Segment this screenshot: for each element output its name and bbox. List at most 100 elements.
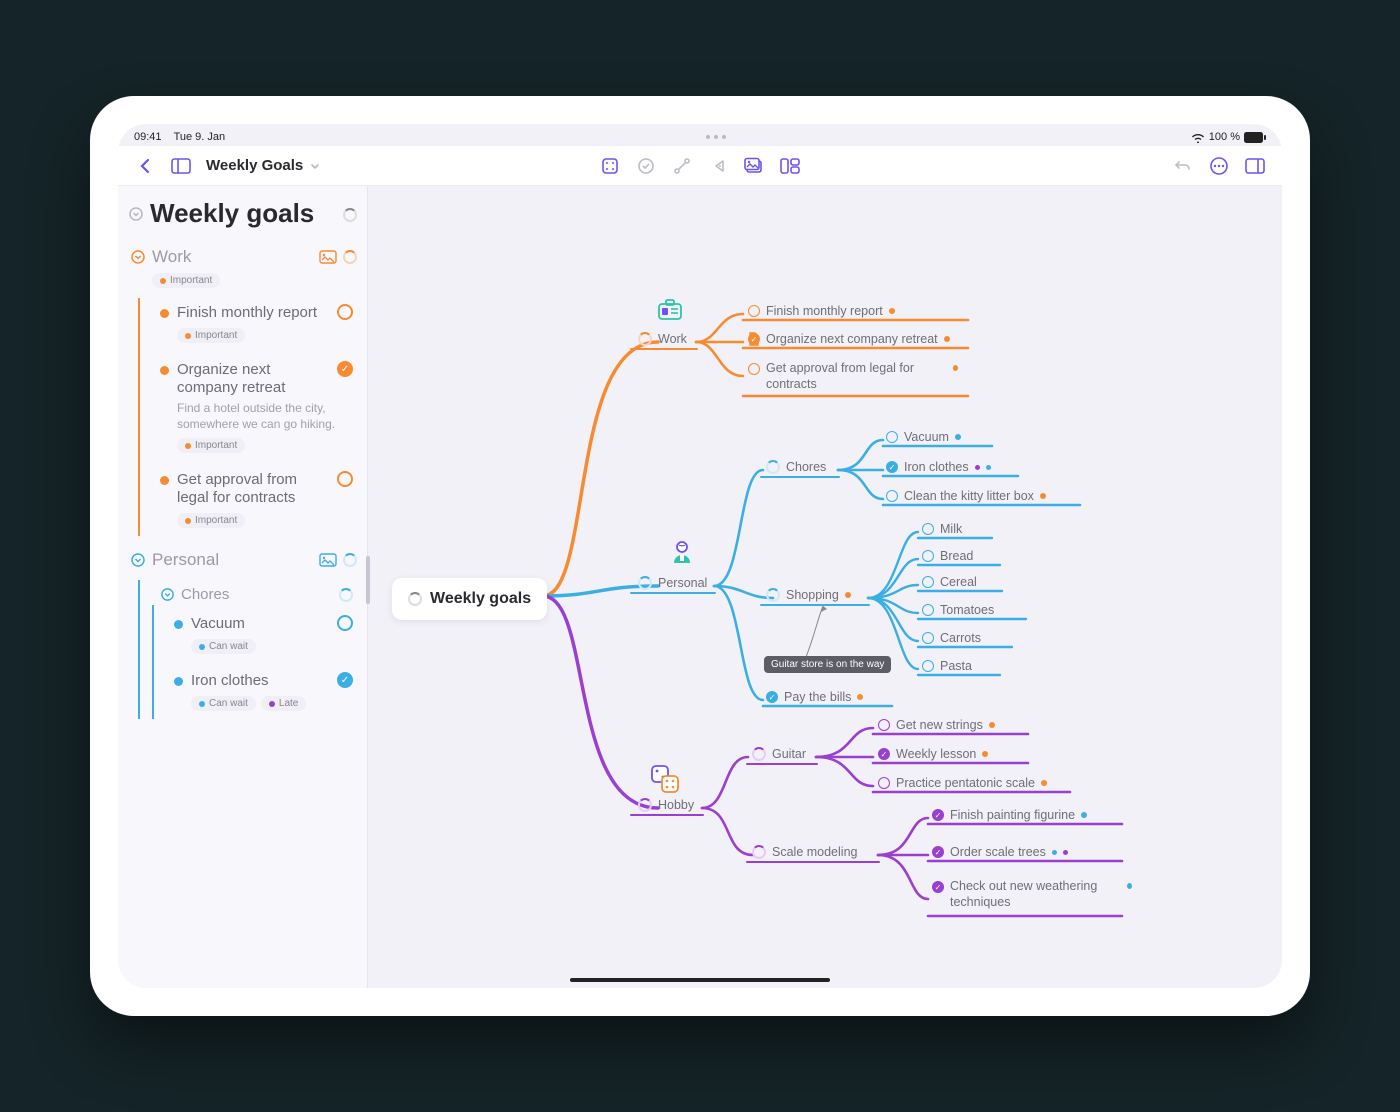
outline-item[interactable]: Finish monthly report Important [148, 294, 357, 351]
device-frame: 09:41 Tue 9. Jan 100 % Weekly Goals [90, 96, 1310, 1016]
bullet-icon [160, 309, 169, 318]
progress-icon [638, 332, 652, 346]
progress-spinner-icon [343, 208, 357, 222]
mindmap-node-shopping[interactable]: Shopping [766, 588, 851, 602]
tag-button[interactable] [703, 151, 733, 181]
bullet-icon [174, 620, 183, 629]
mindmap-leaf[interactable]: ✓Organize next company retreat [748, 332, 950, 346]
mindmap-leaf[interactable]: ✓Finish painting figurine [932, 808, 1087, 822]
chevron-down-icon[interactable] [128, 206, 144, 222]
person-icon [668, 538, 696, 566]
mindmap-leaf[interactable]: Clean the kitty litter box [886, 489, 1046, 503]
toolbar-center [595, 151, 805, 181]
mindmap-leaf[interactable]: Milk [922, 522, 962, 536]
task-open-icon[interactable] [337, 615, 353, 631]
outline-section-work[interactable]: Work Important Finish monthly report [130, 247, 357, 536]
chevron-down-icon[interactable] [130, 552, 146, 568]
mindmap-leaf[interactable]: ✓Order scale trees [932, 845, 1068, 859]
section-title[interactable]: Personal [152, 550, 219, 570]
outline-item[interactable]: Organize next company retreat ✓ Find a h… [148, 351, 357, 461]
tag-important[interactable]: Important [177, 438, 245, 453]
bullet-icon [174, 677, 183, 686]
template-button[interactable] [775, 151, 805, 181]
task-open-icon[interactable] [337, 471, 353, 487]
task-done-icon[interactable]: ✓ [337, 361, 353, 377]
progress-icon [343, 250, 357, 264]
mindmap-leaf[interactable]: ✓Check out new weathering techniques [932, 879, 1132, 910]
progress-icon [343, 553, 357, 567]
mindmap-leaf[interactable]: Get new strings [878, 718, 995, 732]
home-indicator[interactable] [570, 978, 830, 982]
outline-item[interactable]: Get approval from legal for contracts Im… [148, 461, 357, 536]
connection-button[interactable] [667, 151, 697, 181]
mindmap-node-scale-modeling[interactable]: Scale modeling [752, 845, 857, 859]
mindmap-leaf[interactable]: ✓Pay the bills [766, 690, 863, 704]
mindmap-node-hobby[interactable]: Hobby [638, 798, 694, 812]
task-done-icon[interactable]: ✓ [337, 672, 353, 688]
bullet-icon [160, 476, 169, 485]
dice-icon [648, 762, 682, 796]
mindmap-canvas[interactable]: Weekly goals Work Finish monthly report … [368, 186, 1282, 988]
tag-canwait[interactable]: Can wait [191, 696, 256, 711]
outline-root-title[interactable]: Weekly goals [150, 200, 314, 227]
inspector-toggle[interactable] [1240, 151, 1270, 181]
title-chevron-icon[interactable] [309, 160, 321, 172]
mindmap-leaf[interactable]: Tomatoes [922, 603, 994, 617]
mindmap-leaf[interactable]: Get approval from legal for contracts [748, 361, 958, 392]
chevron-down-icon[interactable] [130, 249, 146, 265]
back-button[interactable] [130, 151, 160, 181]
mindmap-leaf[interactable]: Pasta [922, 659, 972, 673]
mindmap-leaf[interactable]: Cereal [922, 575, 977, 589]
outline-subsection-chores[interactable]: Chores [148, 576, 357, 605]
chevron-down-icon[interactable] [160, 587, 175, 602]
image-icon [319, 250, 337, 264]
task-open-icon[interactable] [337, 304, 353, 320]
image-icon [319, 553, 337, 567]
sidebar-toggle[interactable] [166, 151, 196, 181]
bullet-icon [160, 366, 169, 375]
toolbar: Weekly Goals [118, 146, 1282, 186]
outline-sidebar[interactable]: Weekly goals Work Important [118, 186, 368, 988]
multitask-dots[interactable] [134, 135, 1282, 139]
progress-icon [638, 798, 652, 812]
mindmap-node-personal[interactable]: Personal [638, 576, 707, 590]
mindmap-node-chores[interactable]: Chores [766, 460, 826, 474]
mindmap-leaf[interactable]: Carrots [922, 631, 981, 645]
undo-button[interactable] [1168, 151, 1198, 181]
mindmap-node-work[interactable]: Work [638, 332, 687, 346]
id-card-icon [656, 296, 684, 324]
section-title[interactable]: Work [152, 247, 191, 267]
tag-late[interactable]: Late [261, 696, 306, 711]
progress-icon [752, 747, 766, 761]
mindmap-leaf[interactable]: ✓Iron clothes [886, 460, 991, 474]
tag-important[interactable]: Important [177, 513, 245, 528]
mindmap-root[interactable]: Weekly goals [392, 578, 547, 620]
mindmap-leaf[interactable]: Vacuum [886, 430, 961, 444]
tag-canwait[interactable]: Can wait [191, 639, 256, 654]
outline-item[interactable]: Vacuum Can wait [162, 605, 357, 662]
mindmap-leaf[interactable]: Finish monthly report [748, 304, 895, 318]
progress-spinner-icon [408, 592, 422, 606]
mindmap-leaf[interactable]: ✓Weekly lesson [878, 747, 988, 761]
progress-icon [339, 588, 353, 602]
mindmap-leaf[interactable]: Practice pentatonic scale [878, 776, 1047, 790]
progress-icon [766, 588, 780, 602]
tag-important[interactable]: Important [152, 273, 220, 288]
more-button[interactable] [1204, 151, 1234, 181]
layout-button[interactable] [595, 151, 625, 181]
subsection-title[interactable]: Chores [181, 586, 229, 603]
screen: 09:41 Tue 9. Jan 100 % Weekly Goals [118, 124, 1282, 988]
image-button[interactable] [739, 151, 769, 181]
tag-important[interactable]: Important [177, 328, 245, 343]
mindmap-leaf[interactable]: Bread [922, 549, 973, 563]
outline-item[interactable]: Iron clothes ✓ Can wait Late [162, 662, 357, 719]
document-title[interactable]: Weekly Goals [206, 157, 303, 174]
checkmark-button[interactable] [631, 151, 661, 181]
progress-icon [766, 460, 780, 474]
body: Weekly goals Work Important [118, 186, 1282, 988]
item-note: Find a hotel outside the city, somewhere… [177, 401, 353, 432]
mindmap-node-guitar[interactable]: Guitar [752, 747, 806, 761]
outline-section-personal[interactable]: Personal Chores [130, 550, 357, 719]
document-icon [748, 332, 760, 346]
status-bar: 09:41 Tue 9. Jan 100 % [118, 124, 1282, 146]
